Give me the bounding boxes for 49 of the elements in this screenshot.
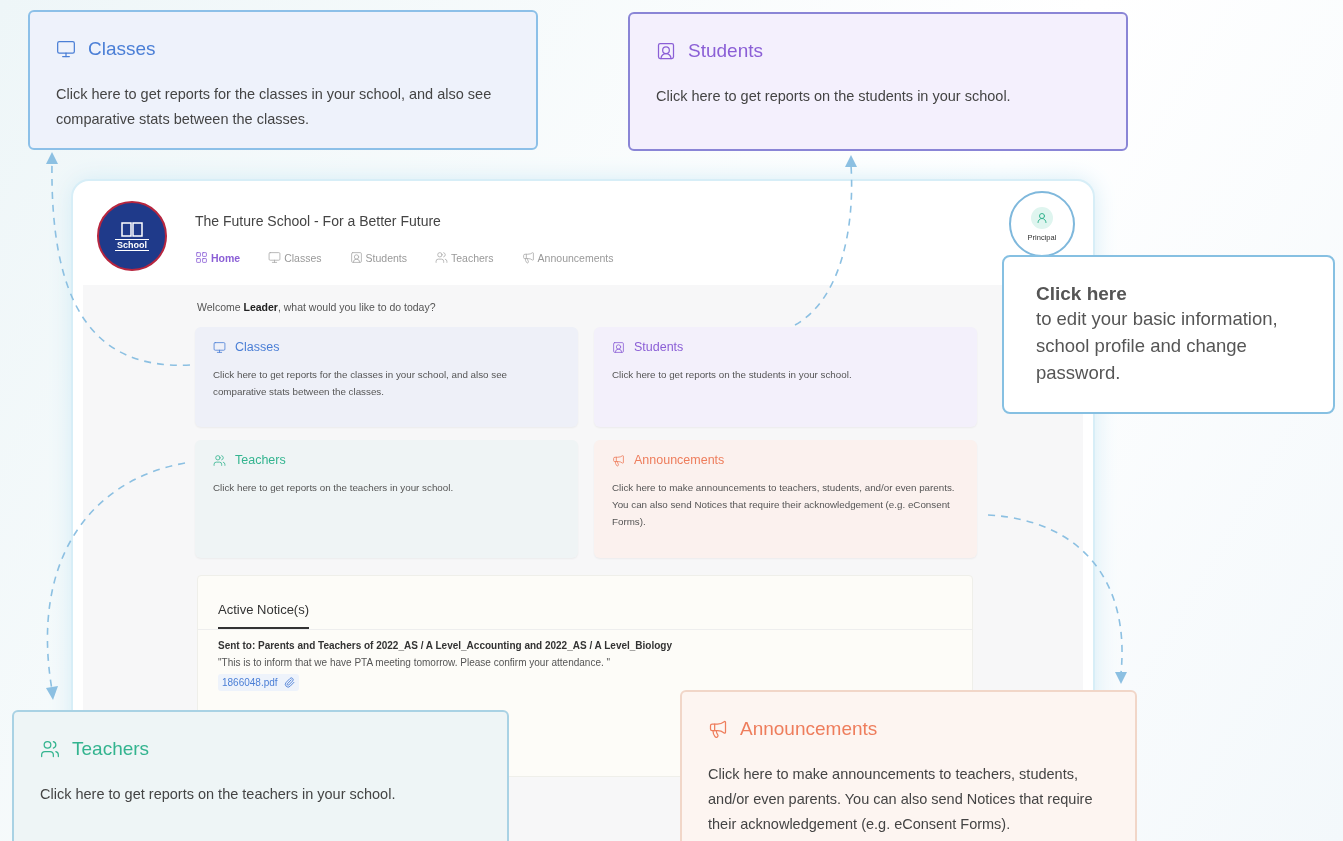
section-callout[interactable]: Students Click here to get reports on the students in your school. — [628, 12, 1128, 151]
callout-title: Classes — [88, 38, 156, 60]
callout-description: Click here to make announcements to teachers, students, and/or even parents. You can also send Notices that require their acknowledgement (e.g. eConsent Forms). — [708, 765, 1094, 834]
people-icon — [435, 251, 448, 264]
callout-description: Click here to get reports on the teachers in your school. — [40, 785, 397, 804]
notice-recipients: Sent to: Parents and Teachers of 2022_AS / A Level_Accounting and 2022_AS / A Level_Biology — [218, 640, 673, 651]
person-icon — [349, 251, 363, 264]
megaphone-icon — [521, 251, 535, 264]
section-card[interactable]: Teachers Click here to get reports on the teachers in your school. — [195, 440, 578, 558]
callout-description: Click here to get reports on the students in your school. — [656, 87, 1012, 106]
callout-title: Teachers — [72, 738, 150, 760]
section-card[interactable]: Students Click here to get reports on the students in your school. — [594, 327, 977, 427]
monitor-icon — [56, 39, 76, 59]
user-icon — [1036, 211, 1048, 224]
callout-description: Click here to get reports for the classes in your school, and also see comparative stats between the classes. — [56, 85, 493, 129]
megaphone-icon — [612, 453, 625, 467]
monitor-icon — [213, 340, 226, 354]
nav-tab[interactable]: Home — [195, 251, 241, 264]
megaphone-icon — [708, 719, 728, 739]
card-title: Classes — [235, 340, 280, 354]
card-title: Teachers — [235, 453, 286, 467]
welcome-text: Welcome Leader, what would you like to do today? — [197, 301, 437, 313]
callout-title: Announcements — [740, 718, 878, 740]
callout-title: Students — [688, 40, 763, 62]
notice-tab[interactable]: Active Notice(s) — [218, 602, 310, 629]
school-logo: School — [97, 201, 167, 271]
section-callout[interactable]: Teachers Click here to get reports on the teachers in your school. — [12, 710, 509, 841]
card-description: Click here to get reports for the classes in your school, and also see comparative stats between the classes. — [213, 368, 509, 399]
person-icon — [656, 41, 676, 61]
monitor-icon — [268, 251, 282, 264]
card-title: Students — [634, 340, 684, 354]
people-icon — [40, 739, 60, 759]
section-card[interactable]: Classes Click here to get reports for the classes in your school, and also see comparative stats between the classes. — [195, 327, 578, 427]
card-description: Click here to make announcements to teachers, students, and/or even parents. You can also send Notices that require their acknowledgement (e.g. eConsent Forms). — [612, 481, 956, 529]
card-title: Announcements — [634, 453, 725, 467]
callout-description: to edit your basic information, school profile and change password. — [1036, 307, 1279, 385]
paperclip-icon — [283, 677, 295, 688]
grid-icon — [195, 251, 208, 264]
attachment-link[interactable]: 1866048.pdf — [218, 674, 299, 691]
notice-message: "This is to inform that we have PTA meeting tomorrow. Please confirm your attendance. " — [218, 657, 611, 668]
section-callout[interactable]: Announcements Click here to make announcements to teachers, students, and/or even parents. You can also send Notices that require their acknowledgement (e.g. eConsent Forms). — [680, 690, 1137, 841]
school-name: The Future School - For a Better Future — [195, 213, 442, 229]
person-icon — [612, 340, 625, 354]
section-callout[interactable]: Classes Click here to get reports for the classes in your school, and also see comparative stats between the classes. — [28, 10, 538, 150]
section-card[interactable]: Announcements Click here to make announcements to teachers, students, and/or even parents. You can also send Notices that require their acknowledgement (e.g. eConsent Forms). — [594, 440, 977, 558]
callout-title: Click here — [1036, 283, 1128, 305]
card-description: Click here to get reports on the teachers in your school. — [213, 481, 455, 495]
people-icon — [213, 453, 226, 467]
card-description: Click here to get reports on the students in your school. — [612, 368, 853, 382]
